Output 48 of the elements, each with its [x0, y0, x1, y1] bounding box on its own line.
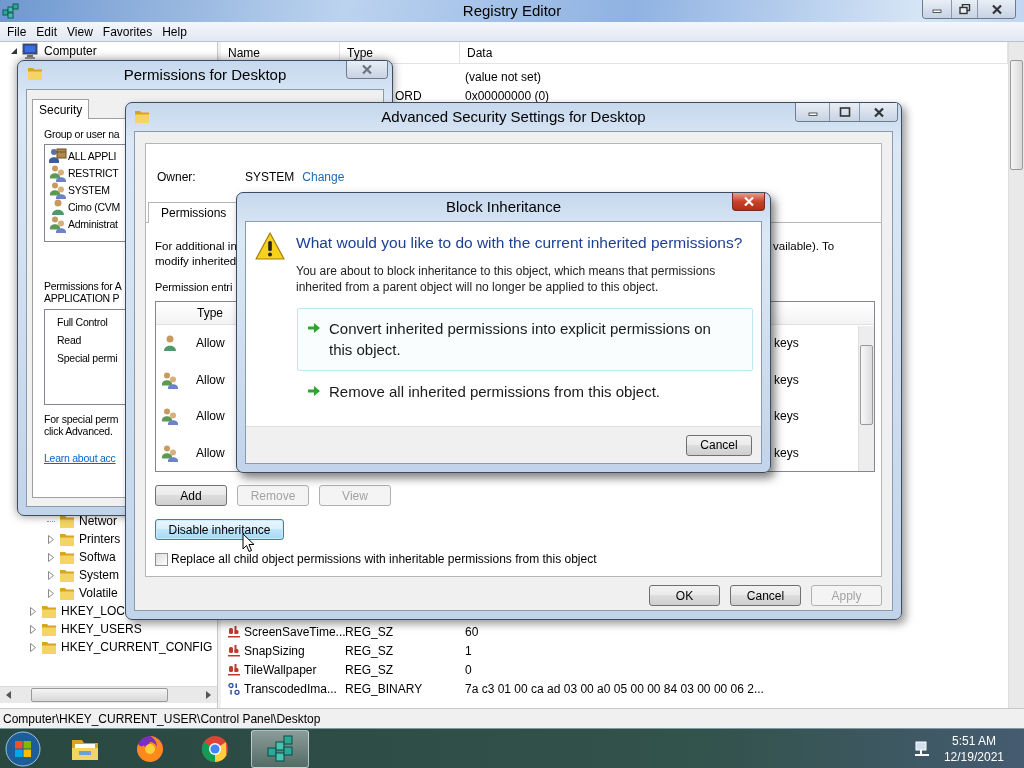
- table-cell: SnapSizing: [244, 643, 305, 658]
- dialog-text: You are about to block inheritance to this object, which means that permissions: [296, 263, 717, 279]
- dialog-title: Advanced Security Settings for Desktop: [381, 108, 646, 125]
- label: Group or user na: [44, 128, 120, 140]
- table-cell: Allow: [196, 409, 225, 424]
- table-cell: Allow: [196, 445, 225, 460]
- clock-time: 5:51 AM: [951, 732, 996, 749]
- table-cell: 0x00000000 (0): [465, 88, 550, 103]
- dialog-title: Block Inheritance: [445, 198, 562, 215]
- table-cell: REG_SZ: [345, 624, 393, 639]
- dialog-title: Permissions for Desktop: [123, 66, 287, 83]
- dialog-question: What would you like to do with the current inherited permissions?: [296, 233, 744, 253]
- label: Permissions for A: [44, 280, 122, 292]
- label: Permission entri: [155, 281, 233, 293]
- window-title: Registry Editor: [462, 2, 562, 19]
- table-cell: ORD: [395, 88, 422, 103]
- clock-date: 12/19/2021: [943, 748, 1004, 765]
- table-cell: 0: [465, 662, 472, 677]
- table-cell: REG_SZ: [345, 662, 393, 677]
- table-cell: ScreenSaveTime...: [244, 624, 346, 639]
- table-cell: keys: [774, 372, 799, 387]
- note-text: click Advanced.: [44, 425, 113, 437]
- table-cell: TileWallpaper: [244, 662, 317, 677]
- dialog-text: inherited from a parent object will no longer be applied to this object.: [296, 279, 660, 295]
- permission-name: Special permi: [57, 352, 118, 364]
- table-cell: keys: [774, 445, 799, 460]
- table-cell: Allow: [196, 372, 225, 387]
- table-cell: 60: [465, 624, 479, 639]
- table-cell: 1: [465, 643, 472, 658]
- info-text: modify inherited: [155, 255, 237, 269]
- table-cell: (value not set): [465, 69, 542, 84]
- table-cell: 7a c3 01 00 ca ad 03 00 a0 05 00 00 84 03 00 00 06 2...: [465, 681, 764, 696]
- table-cell: keys: [774, 336, 799, 351]
- status-bar: Computer\HKEY_CURRENT_USER\Control Panel\Desktop: [0, 708, 1024, 728]
- table-cell: keys: [774, 409, 799, 424]
- permission-name: Read: [57, 334, 82, 346]
- table-cell: REG_SZ: [345, 643, 393, 658]
- table-cell: Allow: [196, 336, 225, 351]
- info-text: vailable). To: [773, 240, 835, 254]
- info-text: For additional in: [155, 240, 237, 254]
- checkbox-label: Replace all child object permissions with inheritable permissions from this object: [171, 552, 597, 566]
- label: APPLICATION P: [44, 292, 120, 304]
- owner-name: SYSTEM: [245, 170, 295, 184]
- permission-name: Full Control: [57, 316, 108, 328]
- table-cell: REG_BINARY: [345, 681, 423, 696]
- note-text: For special perm: [44, 413, 119, 425]
- table-cell: TranscodedIma...: [244, 681, 337, 696]
- label: Owner:: [157, 170, 197, 184]
